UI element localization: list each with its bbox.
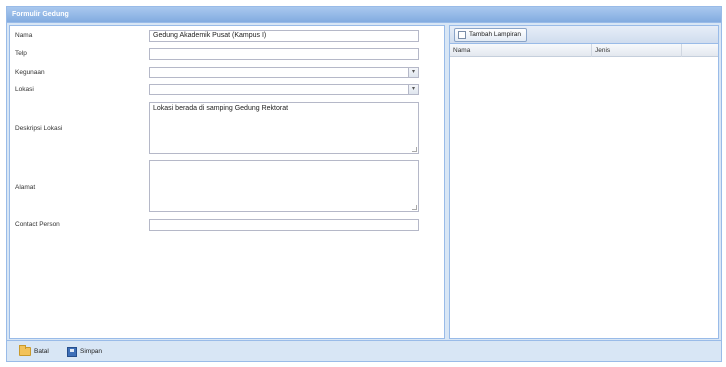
- form-panel: Nama Gedung Akademik Pusat (Kampus I) Te…: [9, 25, 445, 339]
- field-label: Deskripsi Lokasi: [15, 125, 63, 132]
- window-title: Formulir Gedung: [7, 7, 721, 23]
- column-header-nama[interactable]: Nama: [450, 44, 592, 57]
- field-label: Nama: [15, 32, 33, 39]
- field-label: Alamat: [15, 184, 36, 191]
- field-row-kegunaan: Kegunaan ▾: [15, 67, 439, 78]
- chevron-down-icon[interactable]: ▾: [408, 68, 418, 77]
- chevron-down-icon[interactable]: ▾: [408, 85, 418, 94]
- save-label: Simpan: [80, 348, 103, 355]
- field-label: Lokasi: [15, 86, 34, 93]
- deskripsi-value: Lokasi berada di samping Gedung Rektorat: [153, 105, 289, 112]
- field-row-deskripsi: Deskripsi Lokasi Lokasi berada di sampin…: [15, 102, 439, 154]
- grid-header: Nama Jenis: [450, 44, 718, 57]
- telp-input[interactable]: [149, 48, 419, 60]
- add-attachment-button[interactable]: Tambah Lampiran: [454, 28, 528, 42]
- attachment-grid: Tambah Lampiran Nama Jenis: [449, 25, 719, 339]
- contact-person-input[interactable]: [149, 219, 419, 231]
- field-row-alamat: Alamat: [15, 160, 439, 212]
- save-disk-icon: [67, 346, 77, 357]
- folder-icon: [19, 345, 31, 356]
- field-label: Contact Person: [15, 221, 60, 228]
- cancel-label: Batal: [34, 348, 49, 355]
- resize-grip-icon[interactable]: [412, 147, 417, 152]
- field-row-telp: Telp: [15, 48, 439, 60]
- window-footer: Batal Simpan: [7, 340, 721, 361]
- deskripsi-textarea[interactable]: Lokasi berada di samping Gedung Rektorat: [149, 102, 419, 154]
- save-button[interactable]: Simpan: [67, 345, 102, 358]
- field-label: Kegunaan: [15, 69, 45, 76]
- lokasi-select[interactable]: ▾: [149, 84, 419, 95]
- alamat-textarea[interactable]: [149, 160, 419, 212]
- column-header-jenis[interactable]: Jenis: [592, 44, 682, 57]
- window-body: Nama Gedung Akademik Pusat (Kampus I) Te…: [9, 25, 719, 339]
- field-row-contact: Contact Person: [15, 219, 439, 231]
- grid-toolbar: Tambah Lampiran: [450, 26, 718, 44]
- field-row-nama: Nama Gedung Akademik Pusat (Kampus I): [15, 30, 439, 42]
- resize-grip-icon[interactable]: [412, 205, 417, 210]
- field-row-lokasi: Lokasi ▾: [15, 84, 439, 95]
- field-label: Telp: [15, 50, 27, 57]
- form-window: Formulir Gedung Nama Gedung Akademik Pus…: [6, 6, 722, 362]
- add-attachment-label: Tambah Lampiran: [469, 31, 522, 38]
- nama-input[interactable]: Gedung Akademik Pusat (Kampus I): [149, 30, 419, 42]
- attachment-icon: [458, 31, 466, 39]
- cancel-button[interactable]: Batal: [19, 345, 49, 358]
- kegunaan-select[interactable]: ▾: [149, 67, 419, 78]
